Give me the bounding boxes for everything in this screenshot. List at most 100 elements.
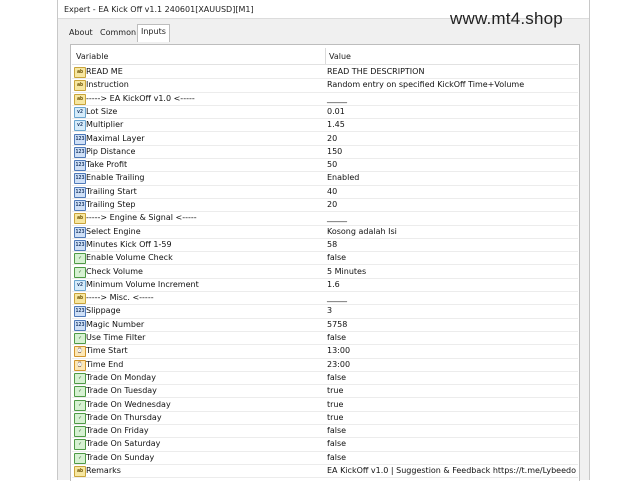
row-value[interactable]: READ THE DESCRIPTION (327, 67, 424, 76)
row-value[interactable]: false (327, 453, 346, 462)
row-value[interactable]: 150 (327, 147, 342, 156)
row-value[interactable]: 5 Minutes (327, 267, 366, 276)
row-value[interactable]: false (327, 439, 346, 448)
row-value[interactable]: Random entry on specified KickOff Time+V… (327, 80, 524, 89)
table-row[interactable]: ✓ Trade On Thursday true (72, 411, 578, 426)
table-row[interactable]: 123 Select Engine Kosong adalah Isi (72, 225, 578, 239)
table-row[interactable]: ⌚ Time Start 13:00 (72, 344, 578, 359)
table-row[interactable]: ab Remarks EA KickOff v1.0 | Suggestion & … (72, 464, 578, 479)
boolean-type-icon: ✓ (74, 426, 86, 438)
table-row[interactable]: v2 Multiplier 1.45 (72, 118, 578, 133)
row-value[interactable]: 20 (327, 200, 337, 209)
row-value[interactable]: true (327, 400, 343, 409)
table-row[interactable]: ✓ Check Volume 5 Minutes (72, 265, 578, 279)
row-value[interactable]: 40 (327, 187, 337, 196)
header-divider[interactable] (325, 48, 326, 64)
table-row[interactable]: 123 Enable Trailing Enabled (72, 171, 578, 186)
row-variable: Check Volume (86, 266, 143, 276)
row-variable: Time Start (86, 346, 128, 356)
window-title: Expert - EA Kick Off v1.1 240601[XAUUSD]… (64, 5, 254, 14)
header-variable[interactable]: Variable (76, 52, 108, 61)
header-value[interactable]: Value (329, 52, 351, 61)
row-value[interactable]: false (327, 253, 346, 262)
table-row[interactable]: 123 Pip Distance 150 (72, 145, 578, 160)
table-row[interactable]: ✓ Trade On Wednesday true (72, 398, 578, 412)
table-row[interactable]: ✓ Trade On Sunday false (72, 451, 578, 465)
table-row[interactable]: 123 Maximal Layer 20 (72, 132, 578, 146)
row-variable: READ ME (86, 67, 123, 76)
table-row[interactable]: v2 Lot Size 0.01 (72, 105, 578, 120)
row-value[interactable]: _____ (327, 94, 347, 103)
tab-common[interactable]: Common (97, 26, 139, 40)
row-variable: Trade On Tuesday (86, 386, 157, 396)
table-row[interactable]: ✓ Use Time Filter false (72, 331, 578, 346)
row-value[interactable]: Kosong adalah Isi (327, 227, 397, 236)
table-row[interactable]: ✓ Trade On Saturday false (72, 437, 578, 452)
row-value[interactable]: 23:00 (327, 360, 350, 369)
table-row[interactable]: ✓ Enable Volume Check false (72, 251, 578, 266)
datetime-type-icon: ⌚ (74, 359, 86, 371)
row-value[interactable]: false (327, 333, 346, 342)
table-row[interactable]: 123 Trailing Step 20 (72, 198, 578, 213)
double-type-icon: v2 (74, 279, 86, 291)
row-value[interactable]: 13:00 (327, 346, 350, 355)
integer-type-icon: 123 (74, 173, 86, 185)
table-row[interactable]: 123 Minutes Kick Off 1-59 58 (72, 238, 578, 253)
table-row[interactable]: ab -----> Engine & Signal <----- _____ (72, 211, 578, 226)
table-row[interactable]: ✓ Trade On Friday false (72, 424, 578, 439)
table-row[interactable]: ab -----> EA KickOff v1.0 <----- _____ (72, 92, 578, 106)
table-row[interactable]: 123 Magic Number 5758 (72, 318, 578, 332)
table-row[interactable]: 123 Take Profit 50 (72, 158, 578, 173)
double-type-icon: v2 (74, 120, 86, 132)
integer-type-icon: 123 (74, 239, 86, 251)
table-row[interactable]: ✓ Trade On Tuesday true (72, 384, 578, 399)
boolean-type-icon: ✓ (74, 333, 86, 344)
row-variable: Trailing Step (86, 200, 136, 209)
row-variable: Select Engine (86, 226, 141, 236)
table-row[interactable]: v2 Minimum Volume Increment 1.6 (72, 278, 578, 293)
integer-type-icon: 123 (74, 160, 86, 172)
row-value[interactable]: 58 (327, 240, 337, 249)
row-variable: Trade On Sunday (86, 452, 155, 462)
row-value[interactable]: true (327, 386, 343, 395)
boolean-type-icon: ✓ (74, 266, 86, 278)
row-variable: Multiplier (86, 120, 124, 130)
tab-about[interactable]: About (66, 26, 96, 40)
table-row[interactable]: 123 Slippage 3 (72, 304, 578, 319)
datetime-type-icon: ⌚ (74, 346, 86, 358)
table-row[interactable]: 123 Trailing Start 40 (72, 185, 578, 199)
watermark-text: www.mt4.shop (450, 9, 563, 28)
table-row[interactable]: ✓ Trade On Monday false (72, 371, 578, 386)
table-row[interactable]: ab Instruction Random entry on specified K… (72, 78, 578, 93)
boolean-type-icon: ✓ (74, 386, 86, 398)
row-variable: Remarks (86, 466, 121, 475)
boolean-type-icon: ✓ (74, 452, 86, 464)
row-value[interactable]: 3 (327, 306, 332, 315)
row-value[interactable]: 1.45 (327, 120, 345, 129)
row-variable: Trade On Thursday (86, 412, 162, 422)
table-row[interactable]: ab -----> Misc. <----- _____ (72, 291, 578, 306)
row-value[interactable]: 5758 (327, 320, 347, 329)
string-type-icon: ab (74, 80, 86, 92)
table-row[interactable]: ⌚ Time End 23:00 (72, 358, 578, 372)
tab-inputs[interactable]: Inputs (137, 24, 170, 42)
string-type-icon: ab (74, 93, 86, 105)
inputs-table: Variable Value ab READ ME READ THE DESCRIP… (70, 44, 580, 481)
row-value[interactable]: 20 (327, 134, 337, 143)
row-value[interactable]: Enabled (327, 173, 359, 182)
row-value[interactable]: 0.01 (327, 107, 345, 116)
row-variable: Take Profit (86, 160, 128, 170)
row-value[interactable]: _____ (327, 293, 347, 302)
row-value[interactable]: false (327, 426, 346, 435)
row-variable: Trade On Saturday (86, 439, 161, 449)
string-type-icon: ab (74, 213, 86, 225)
row-variable: Minutes Kick Off 1-59 (86, 239, 172, 249)
row-value[interactable]: 1.6 (327, 280, 340, 289)
row-value[interactable]: false (327, 373, 346, 382)
row-value[interactable]: true (327, 413, 343, 422)
row-value[interactable]: EA KickOff v1.0 | Suggestion & Feedback … (327, 466, 576, 475)
row-value[interactable]: 50 (327, 160, 337, 169)
row-value[interactable]: _____ (327, 213, 347, 222)
table-row[interactable]: ab READ ME READ THE DESCRIPTION (72, 65, 578, 80)
row-variable: Trade On Wednesday (86, 399, 171, 409)
